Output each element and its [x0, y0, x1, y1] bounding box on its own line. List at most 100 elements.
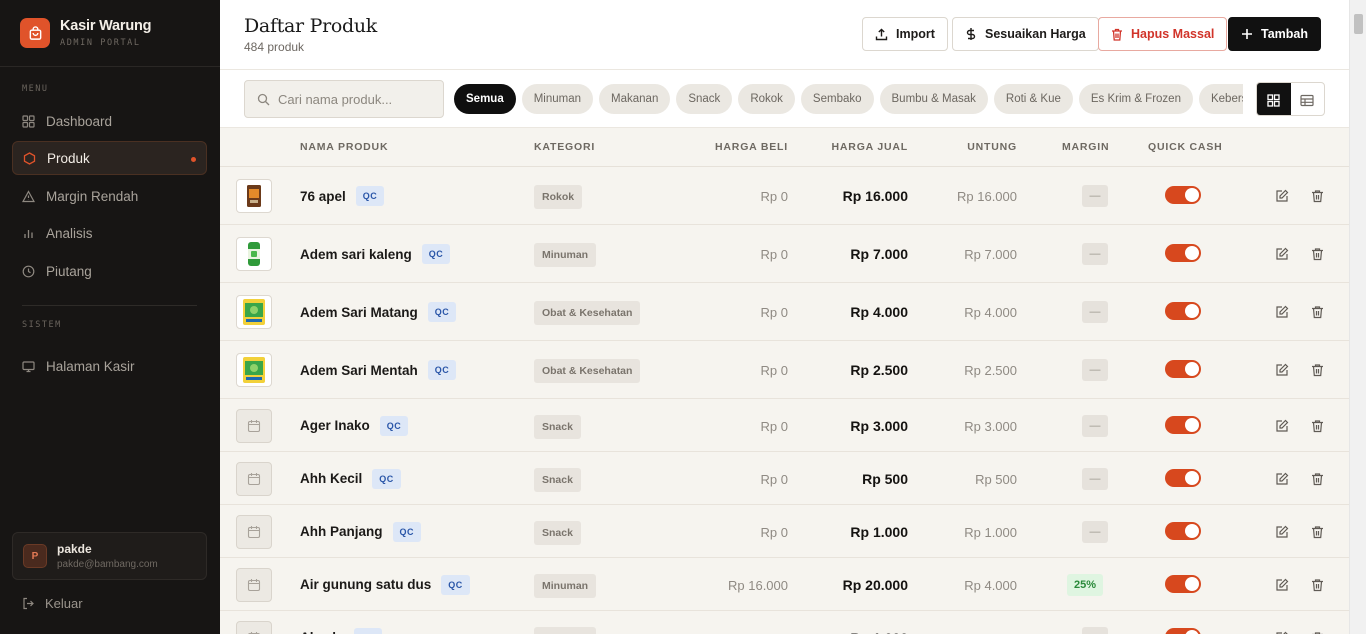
edit-icon[interactable]: [1274, 471, 1290, 487]
quick-cash-toggle[interactable]: [1165, 521, 1201, 540]
category-chip-bumbu-masak[interactable]: Bumbu & Masak: [879, 84, 988, 114]
quick-cash-toggle[interactable]: [1165, 186, 1201, 204]
product-thumbnail: [236, 237, 272, 271]
table-row[interactable]: Ale ale QC Minuman Rp 0 Rp 1.000 Rp 1.000…: [220, 611, 1349, 634]
edit-icon[interactable]: [1274, 246, 1290, 262]
search-box[interactable]: [244, 80, 444, 118]
bulk-delete-button[interactable]: Hapus Massal: [1098, 17, 1228, 51]
quick-cash-toggle[interactable]: [1165, 244, 1201, 262]
quick-cash-toggle[interactable]: [1165, 302, 1201, 320]
category-chip-sembako[interactable]: Sembako: [800, 84, 874, 114]
scrollbar-thumb[interactable]: [1354, 14, 1363, 34]
edit-icon[interactable]: [1274, 418, 1290, 434]
column-header-margin[interactable]: MARGIN: [1062, 141, 1109, 153]
brand: Kasir Warung ADMIN PORTAL: [0, 0, 220, 67]
category-badge: Minuman: [534, 626, 597, 634]
table-row[interactable]: Adem Sari Mentah QC Obat & Kesehatan Rp 0…: [220, 341, 1349, 399]
delete-icon[interactable]: [1309, 362, 1325, 378]
category-chip-roti-kue[interactable]: Roti & Kue: [993, 84, 1073, 114]
product-name-cell[interactable]: Adem Sari Mentah QC: [300, 359, 457, 381]
margin-badge: —: [1082, 301, 1108, 323]
grid-view-button[interactable]: [1257, 83, 1291, 115]
edit-icon[interactable]: [1274, 362, 1290, 378]
sell-price: Rp 1.000: [850, 523, 908, 540]
delete-icon[interactable]: [1309, 524, 1325, 540]
page-scrollbar[interactable]: [1349, 0, 1366, 634]
table-row[interactable]: Adem sari kaleng QC Minuman Rp 0 Rp 7.000…: [220, 225, 1349, 283]
search-input[interactable]: [278, 91, 428, 107]
sidebar-item-produk[interactable]: Produk: [12, 141, 207, 175]
logout-button[interactable]: Keluar: [22, 596, 83, 611]
delete-icon[interactable]: [1309, 418, 1325, 434]
category-chip-kebersihan[interactable]: Kebersihan: [1198, 84, 1243, 114]
sidebar-item-halaman-kasir[interactable]: Halaman Kasir: [12, 349, 207, 383]
category-chip-minuman[interactable]: Minuman: [521, 84, 594, 114]
sell-price: Rp 1.000: [850, 630, 908, 634]
buy-price: Rp 0: [760, 363, 788, 378]
quick-cash-toggle[interactable]: [1165, 627, 1201, 634]
import-button[interactable]: Import: [862, 17, 948, 51]
product-name-cell[interactable]: Ahh Panjang QC: [300, 521, 422, 543]
product-name-cell[interactable]: Air gunung satu dus QC: [300, 574, 470, 596]
qc-badge: QC: [427, 360, 457, 380]
sidebar-item-piutang[interactable]: Piutang: [12, 254, 207, 288]
delete-icon[interactable]: [1309, 577, 1325, 593]
quick-cash-toggle[interactable]: [1165, 360, 1201, 378]
column-header-category[interactable]: KATEGORI: [534, 141, 595, 153]
avatar: P: [23, 544, 47, 568]
table-view-button[interactable]: [1291, 83, 1325, 115]
table-row[interactable]: Ager Inako QC Snack Rp 0 Rp 3.000 Rp 3.00…: [220, 399, 1349, 452]
sell-price: Rp 2.500: [850, 362, 908, 378]
edit-icon[interactable]: [1274, 304, 1290, 320]
product-table-body: 76 apel QC Rokok Rp 0 Rp 16.000 Rp 16.000…: [220, 167, 1349, 634]
margin-badge: 25%: [1067, 573, 1103, 596]
column-header-buy-price[interactable]: HARGA BELI: [715, 141, 788, 153]
add-product-button[interactable]: Tambah: [1228, 17, 1321, 51]
category-chip-makanan[interactable]: Makanan: [599, 84, 671, 114]
table-row[interactable]: Ahh Panjang QC Snack Rp 0 Rp 1.000 Rp 1.0…: [220, 505, 1349, 558]
product-thumbnail: [236, 514, 272, 549]
category-chip-rokok[interactable]: Rokok: [738, 84, 795, 114]
delete-icon[interactable]: [1309, 630, 1325, 634]
table-row[interactable]: Adem Sari Matang QC Obat & Kesehatan Rp 0…: [220, 283, 1349, 341]
delete-icon[interactable]: [1309, 246, 1325, 262]
product-name-cell[interactable]: Ahh Kecil QC: [300, 468, 401, 490]
quick-cash-toggle[interactable]: [1165, 468, 1201, 487]
adjust-price-label: Sesuaikan Harga: [985, 27, 1086, 41]
sidebar-item-analisis[interactable]: Analisis: [12, 216, 207, 250]
edit-icon[interactable]: [1274, 630, 1290, 634]
column-header-sell-price[interactable]: HARGA JUAL: [832, 141, 908, 153]
edit-icon[interactable]: [1274, 524, 1290, 540]
edit-icon[interactable]: [1274, 188, 1290, 204]
sidebar-item-margin-rendah[interactable]: Margin Rendah: [12, 179, 207, 213]
table-row[interactable]: Air gunung satu dus QC Minuman Rp 16.000 …: [220, 558, 1349, 611]
delete-icon[interactable]: [1309, 188, 1325, 204]
delete-icon[interactable]: [1309, 304, 1325, 320]
quick-cash-toggle[interactable]: [1165, 415, 1201, 434]
edit-icon[interactable]: [1274, 577, 1290, 593]
category-chip-es-krim-frozen[interactable]: Es Krim & Frozen: [1078, 84, 1193, 114]
column-header-quick-cash[interactable]: QUICK CASH: [1148, 141, 1223, 153]
product-thumbnail: [236, 408, 272, 443]
product-name: Ahh Kecil: [300, 471, 363, 486]
sidebar-item-dashboard[interactable]: Dashboard: [12, 104, 207, 138]
product-name-cell[interactable]: Adem sari kaleng QC: [300, 243, 451, 265]
column-header-name[interactable]: NAMA PRODUK: [300, 141, 388, 153]
profit-value: Rp 500: [975, 471, 1017, 487]
user-card[interactable]: P pakde pakde@bambang.com: [12, 532, 207, 580]
plus-icon: [1241, 28, 1253, 40]
quick-cash-toggle[interactable]: [1165, 574, 1201, 593]
product-name-cell[interactable]: Ager Inako QC: [300, 415, 409, 437]
table-row[interactable]: Ahh Kecil QC Snack Rp 0 Rp 500 Rp 500 —: [220, 452, 1349, 505]
delete-icon[interactable]: [1309, 471, 1325, 487]
category-chip-snack[interactable]: Snack: [676, 84, 733, 114]
product-name-cell[interactable]: Ale ale QC: [300, 627, 383, 634]
margin-badge: —: [1082, 414, 1108, 437]
adjust-price-button[interactable]: Sesuaikan Harga: [952, 17, 1099, 51]
column-header-profit[interactable]: UNTUNG: [967, 141, 1017, 153]
product-name-cell[interactable]: 76 apel QC: [300, 185, 385, 207]
category-chip-semua[interactable]: Semua: [454, 84, 516, 114]
table-row[interactable]: 76 apel QC Rokok Rp 0 Rp 16.000 Rp 16.000…: [220, 167, 1349, 225]
system-section-label: SISTEM: [22, 320, 62, 330]
product-name-cell[interactable]: Adem Sari Matang QC: [300, 301, 457, 323]
